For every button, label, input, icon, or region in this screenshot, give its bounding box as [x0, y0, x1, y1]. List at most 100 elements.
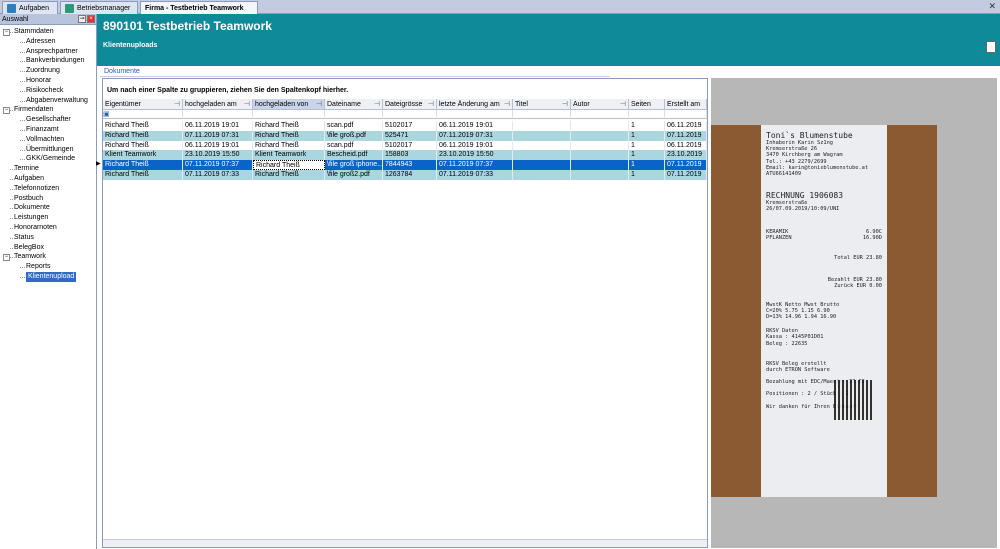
table-cell[interactable]: 23.10.2019 15:50: [183, 150, 253, 161]
filter-icon[interactable]: ▣: [103, 111, 110, 118]
table-cell[interactable]: 06.11.2019: [665, 140, 707, 151]
filter-cell[interactable]: ▣: [103, 110, 183, 119]
table-cell[interactable]: [571, 169, 629, 180]
tree-item-termine[interactable]: Termine: [14, 164, 39, 174]
table-cell[interactable]: Bescheid.pdf: [325, 150, 383, 161]
filter-cell[interactable]: [253, 110, 325, 119]
column-pin-icon[interactable]: ⊣: [562, 99, 568, 109]
tree-item-postbuch[interactable]: Postbuch: [14, 194, 43, 204]
collapse-icon[interactable]: −: [3, 28, 10, 36]
table-cell[interactable]: \file groß.pdf: [325, 130, 383, 141]
table-cell[interactable]: Richard Theiß: [253, 160, 325, 170]
table-cell[interactable]: [513, 150, 571, 161]
filter-cell[interactable]: [513, 110, 571, 119]
table-cell[interactable]: 07.11.2019 07:33: [183, 169, 253, 180]
table-cell[interactable]: 07.11.2019 07:37: [437, 160, 513, 170]
tree-item-reports[interactable]: Reports: [26, 262, 51, 272]
column-header[interactable]: Autor ⊣: [571, 99, 629, 110]
table-row[interactable]: Richard Theiß 06.11.2019 19:01 Richard The…: [103, 140, 707, 151]
tree-item-belegbox[interactable]: BelegBox: [14, 243, 44, 253]
table-cell[interactable]: scan.pdf: [325, 140, 383, 151]
table-cell[interactable]: [513, 121, 571, 131]
table-cell[interactable]: 1: [629, 130, 665, 141]
table-cell[interactable]: 07.11.2019 07:31: [183, 130, 253, 141]
table-cell[interactable]: [513, 130, 571, 141]
column-pin-icon[interactable]: ⊣: [374, 99, 380, 109]
tree-item-stammdaten[interactable]: Stammdaten: [14, 27, 54, 37]
tree-item-honorarnoten[interactable]: Honorarnoten: [14, 223, 57, 233]
tree-item-telefonnotizen[interactable]: Telefonnotizen: [14, 184, 59, 194]
table-cell[interactable]: \file groß2.pdf: [325, 169, 383, 180]
table-cell[interactable]: 1: [629, 121, 665, 131]
table-row[interactable]: Klient Teamwork 23.10.2019 15:50 Klient Te…: [103, 150, 707, 161]
collapse-icon[interactable]: −: [3, 253, 10, 261]
filter-cell[interactable]: [183, 110, 253, 119]
table-cell[interactable]: Richard Theiß: [103, 130, 183, 141]
filter-cell[interactable]: [437, 110, 513, 119]
table-cell[interactable]: 07.11.2019 07:33: [437, 169, 513, 180]
tree-item-ansprechpartner[interactable]: Ansprechpartner: [26, 47, 78, 57]
table-cell[interactable]: Richard Theiß: [103, 121, 183, 131]
table-cell[interactable]: 1: [629, 150, 665, 161]
table-row[interactable]: Richard Theiß 07.11.2019 07:31 Richard The…: [103, 130, 707, 141]
collapse-icon[interactable]: −: [3, 106, 10, 114]
column-header[interactable]: hochgeladen am ⊣: [183, 99, 253, 110]
table-cell[interactable]: 06.11.2019 19:01: [437, 121, 513, 131]
group-by-hint[interactable]: Um nach einer Spalte zu gruppieren, zieh…: [103, 79, 707, 99]
table-cell[interactable]: Klient Teamwork: [253, 150, 325, 161]
table-row[interactable]: Richard Theiß 07.11.2019 07:33 Richard The…: [103, 169, 707, 180]
table-cell[interactable]: [571, 121, 629, 131]
table-cell[interactable]: 07.11.2019 07:37: [183, 160, 253, 170]
filter-cell[interactable]: [629, 110, 665, 119]
table-cell[interactable]: 06.11.2019 19:01: [437, 140, 513, 151]
pin-icon[interactable]: ⊸: [78, 15, 86, 23]
table-cell[interactable]: 06.11.2019: [665, 121, 707, 131]
table-cell[interactable]: Klient Teamwork: [103, 150, 183, 161]
table-cell[interactable]: [571, 130, 629, 141]
table-cell[interactable]: 158803: [383, 150, 437, 161]
tree-item-status[interactable]: Status: [14, 233, 34, 243]
tab-aufgaben[interactable]: Aufgaben: [2, 1, 58, 14]
table-cell[interactable]: 23.10.2019 15:50: [437, 150, 513, 161]
table-cell[interactable]: scan.pdf: [325, 121, 383, 131]
column-header[interactable]: Dateiname ⊣: [325, 99, 383, 110]
tree-item-dokumente[interactable]: Dokumente: [14, 203, 50, 213]
table-cell[interactable]: Richard Theiß: [103, 160, 183, 170]
tree-item-finanzamt[interactable]: Finanzamt: [26, 125, 59, 135]
tree-item-bankverbindungen[interactable]: Bankverbindungen: [26, 56, 84, 66]
table-cell[interactable]: [513, 140, 571, 151]
table-cell[interactable]: 07.11.2019: [665, 130, 707, 141]
column-header[interactable]: Titel ⊣: [513, 99, 571, 110]
table-cell[interactable]: [513, 160, 571, 170]
table-cell[interactable]: [513, 169, 571, 180]
tree-item-gesellschafter[interactable]: Gesellschafter: [26, 115, 71, 125]
table-cell[interactable]: Richard Theiß: [253, 169, 325, 180]
table-cell[interactable]: [571, 160, 629, 170]
column-pin-icon[interactable]: ⊣: [316, 99, 322, 109]
table-cell[interactable]: Richard Theiß: [103, 169, 183, 180]
table-cell[interactable]: \file groß iphone...: [325, 160, 383, 170]
breadcrumb[interactable]: Dokumente: [104, 68, 140, 75]
tree-item-zuordnung[interactable]: Zuordnung: [26, 66, 60, 76]
table-cell[interactable]: Richard Theiß: [253, 121, 325, 131]
table-cell[interactable]: 1: [629, 160, 665, 170]
table-cell[interactable]: 5102017: [383, 121, 437, 131]
column-pin-icon[interactable]: ⊣: [620, 99, 626, 109]
column-header[interactable]: Dateigrösse ⊣: [383, 99, 437, 110]
tree-item-teamwork[interactable]: Teamwork: [14, 252, 46, 262]
table-cell[interactable]: 23.10.2019: [665, 150, 707, 161]
filter-cell[interactable]: [383, 110, 437, 119]
table-row[interactable]: Richard Theiß 06.11.2019 19:01 Richard The…: [103, 121, 707, 131]
table-cell[interactable]: [571, 140, 629, 151]
table-cell[interactable]: 06.11.2019 19:01: [183, 121, 253, 131]
table-cell[interactable]: 7844943: [383, 160, 437, 170]
table-cell[interactable]: 5102017: [383, 140, 437, 151]
table-cell[interactable]: 07.11.2019 07:31: [437, 130, 513, 141]
column-header[interactable]: Eigentümer ⊣: [103, 99, 183, 110]
filter-cell[interactable]: [665, 110, 707, 119]
table-cell[interactable]: 1263784: [383, 169, 437, 180]
tree-item-risikocheck[interactable]: Risikocheck: [26, 86, 63, 96]
filter-cell[interactable]: [571, 110, 629, 119]
column-pin-icon[interactable]: ⊣: [174, 99, 180, 109]
column-pin-icon[interactable]: ⊣: [504, 99, 510, 109]
